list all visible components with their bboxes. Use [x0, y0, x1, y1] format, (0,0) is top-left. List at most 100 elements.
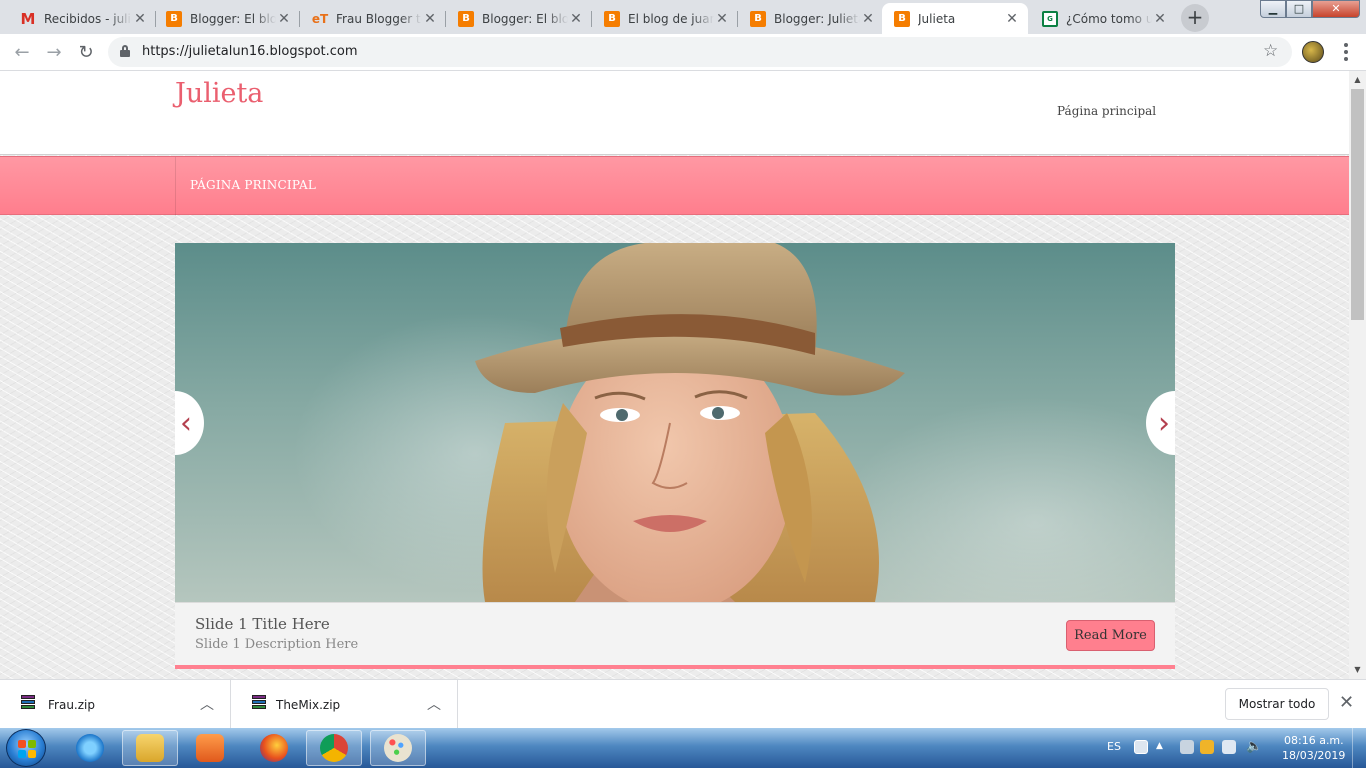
- tab-close-icon[interactable]: ✕: [276, 11, 292, 27]
- reload-button[interactable]: ↻: [72, 39, 100, 67]
- taskbar-ie[interactable]: [62, 730, 118, 766]
- clock-date[interactable]: 18/03/2019: [1282, 749, 1345, 762]
- header-link-home[interactable]: Página principal: [1057, 104, 1156, 118]
- slide-photo: [475, 243, 905, 602]
- download-item-frau[interactable]: Frau.zip ︿: [0, 680, 231, 729]
- gmail-icon: M: [20, 9, 36, 28]
- firefox-icon: [260, 734, 288, 762]
- windows-taskbar: ES ▲ 🔈 08:16 a.m. 18/03/2019: [0, 728, 1366, 768]
- paint-icon: [384, 734, 412, 762]
- system-tray: ES ▲ 🔈 08:16 a.m. 18/03/2019: [1100, 728, 1366, 768]
- tab-title: Julieta: [918, 11, 956, 26]
- download-item-themix[interactable]: TheMix.zip ︿: [231, 680, 458, 729]
- main-nav: PÁGINA PRINCIPAL: [0, 156, 1349, 216]
- minimize-button[interactable]: ▁: [1260, 0, 1286, 18]
- maximize-button[interactable]: □: [1286, 0, 1312, 18]
- tab-blog-juan[interactable]: B El blog de juan ✕: [592, 3, 738, 34]
- tab-close-icon[interactable]: ✕: [860, 11, 876, 27]
- read-more-button[interactable]: Read More: [1066, 620, 1155, 651]
- profile-avatar[interactable]: [1302, 41, 1324, 63]
- slide-caption: Slide 1 Title Here Slide 1 Description H…: [175, 602, 1175, 666]
- scroll-thumb[interactable]: [1351, 89, 1364, 320]
- close-shelf-icon[interactable]: ✕: [1339, 692, 1354, 713]
- new-tab-button[interactable]: +: [1181, 4, 1209, 32]
- site-title[interactable]: Julieta: [175, 78, 263, 109]
- image-slider[interactable]: ‹ ›: [175, 243, 1175, 602]
- internet-explorer-icon: [76, 734, 104, 762]
- browser-menu-icon[interactable]: [1336, 40, 1356, 64]
- site-header: Julieta Página principal: [0, 71, 1349, 155]
- tab-blogger-2[interactable]: B Blogger: El blog de juan ✕: [446, 3, 592, 34]
- windows-logo-icon: [18, 740, 36, 758]
- archive-icon: [20, 695, 36, 711]
- tab-strip: M Recibidos - julieta ✕ B Blogger: El bl…: [0, 0, 1366, 34]
- network-icon[interactable]: [1222, 740, 1236, 754]
- tab-julieta-active[interactable]: B Julieta ✕: [882, 3, 1028, 34]
- slide-description: Slide 1 Description Here: [195, 637, 359, 652]
- archive-icon: [251, 695, 267, 711]
- tab-close-icon[interactable]: ✕: [422, 11, 438, 27]
- lock-icon[interactable]: [120, 45, 130, 57]
- tab-blogger-1[interactable]: B Blogger: El blog de juan ✕: [154, 3, 300, 34]
- taskbar-paint[interactable]: [370, 730, 426, 766]
- start-button[interactable]: [6, 729, 46, 767]
- scroll-up-icon[interactable]: ▲: [1352, 75, 1363, 84]
- download-filename: TheMix.zip: [276, 698, 341, 712]
- tab-close-icon[interactable]: ✕: [568, 11, 584, 27]
- taskbar-firefox[interactable]: [246, 730, 302, 766]
- show-all-downloads-button[interactable]: Mostrar todo: [1225, 688, 1329, 720]
- tab-close-icon[interactable]: ✕: [1004, 11, 1020, 27]
- tab-close-icon[interactable]: ✕: [132, 11, 148, 27]
- tab-close-icon[interactable]: ✕: [714, 11, 730, 27]
- close-window-button[interactable]: ✕: [1312, 0, 1360, 18]
- tab-title: Frau Blogger template: [336, 11, 422, 26]
- blogger-icon: B: [458, 10, 474, 27]
- tab-close-icon[interactable]: ✕: [1152, 11, 1168, 27]
- download-shelf: Frau.zip ︿ TheMix.zip ︿ Mostrar todo ✕: [0, 679, 1366, 729]
- forward-button[interactable]: →: [40, 39, 68, 67]
- window-controls: ▁ □ ✕: [1260, 0, 1366, 20]
- tray-expand-icon[interactable]: ▲: [1156, 741, 1163, 751]
- browser-toolbar: ← → ↻ https://julietalun16.blogspot.com …: [0, 34, 1366, 71]
- tab-title: Blogger: El blog de juan: [482, 11, 568, 26]
- download-filename: Frau.zip: [48, 698, 95, 712]
- taskbar-explorer[interactable]: [122, 730, 178, 766]
- tab-blogger-julieta[interactable]: B Blogger: Julieta ✕: [738, 3, 884, 34]
- security-icon[interactable]: [1200, 740, 1214, 754]
- tab-frau-template[interactable]: eT Frau Blogger template ✕: [300, 3, 446, 34]
- blogger-icon: B: [604, 10, 620, 27]
- page-viewport: Julieta Página principal PÁGINA PRINCIPA…: [0, 71, 1349, 679]
- language-indicator[interactable]: ES: [1107, 740, 1121, 753]
- blogger-icon: B: [166, 10, 182, 27]
- volume-icon[interactable]: 🔈: [1246, 740, 1262, 754]
- tab-title: Blogger: El blog de juan: [190, 11, 276, 26]
- address-bar[interactable]: https://julietalun16.blogspot.com ☆: [108, 37, 1292, 67]
- chrome-icon: [320, 734, 348, 762]
- tab-guide[interactable]: G ¿Cómo tomo un ✕: [1030, 3, 1176, 34]
- tab-title: El blog de juan: [628, 11, 714, 26]
- tab-title: ¿Cómo tomo un: [1066, 11, 1152, 26]
- slider-bottom-bar: [175, 665, 1175, 669]
- chevron-up-icon[interactable]: ︿: [200, 694, 214, 714]
- chevron-up-icon[interactable]: ︿: [427, 694, 441, 714]
- taskbar-chrome[interactable]: [306, 730, 362, 766]
- show-desktop-button[interactable]: [1352, 728, 1366, 768]
- scroll-down-icon[interactable]: ▼: [1352, 665, 1363, 674]
- back-button[interactable]: ←: [8, 39, 36, 67]
- bookmark-star-icon[interactable]: ☆: [1263, 41, 1278, 61]
- nav-item-home[interactable]: PÁGINA PRINCIPAL: [190, 178, 316, 192]
- tab-title: Blogger: Julieta: [774, 11, 860, 26]
- url-text[interactable]: https://julietalun16.blogspot.com: [142, 44, 358, 59]
- taskbar-media-player[interactable]: [182, 730, 238, 766]
- clock-time[interactable]: 08:16 a.m.: [1284, 734, 1344, 747]
- tab-title: Recibidos - julieta: [44, 11, 132, 26]
- tab-gmail[interactable]: M Recibidos - julieta ✕: [8, 3, 156, 34]
- media-player-icon: [196, 734, 224, 762]
- blogger-icon: B: [750, 10, 766, 27]
- keyboard-icon[interactable]: [1134, 740, 1148, 754]
- et-icon: eT: [311, 11, 329, 26]
- page-scrollbar[interactable]: ▲ ▼: [1349, 71, 1366, 679]
- action-center-icon[interactable]: [1180, 740, 1194, 754]
- file-explorer-icon: [136, 734, 164, 762]
- slide-title: Slide 1 Title Here: [195, 615, 330, 633]
